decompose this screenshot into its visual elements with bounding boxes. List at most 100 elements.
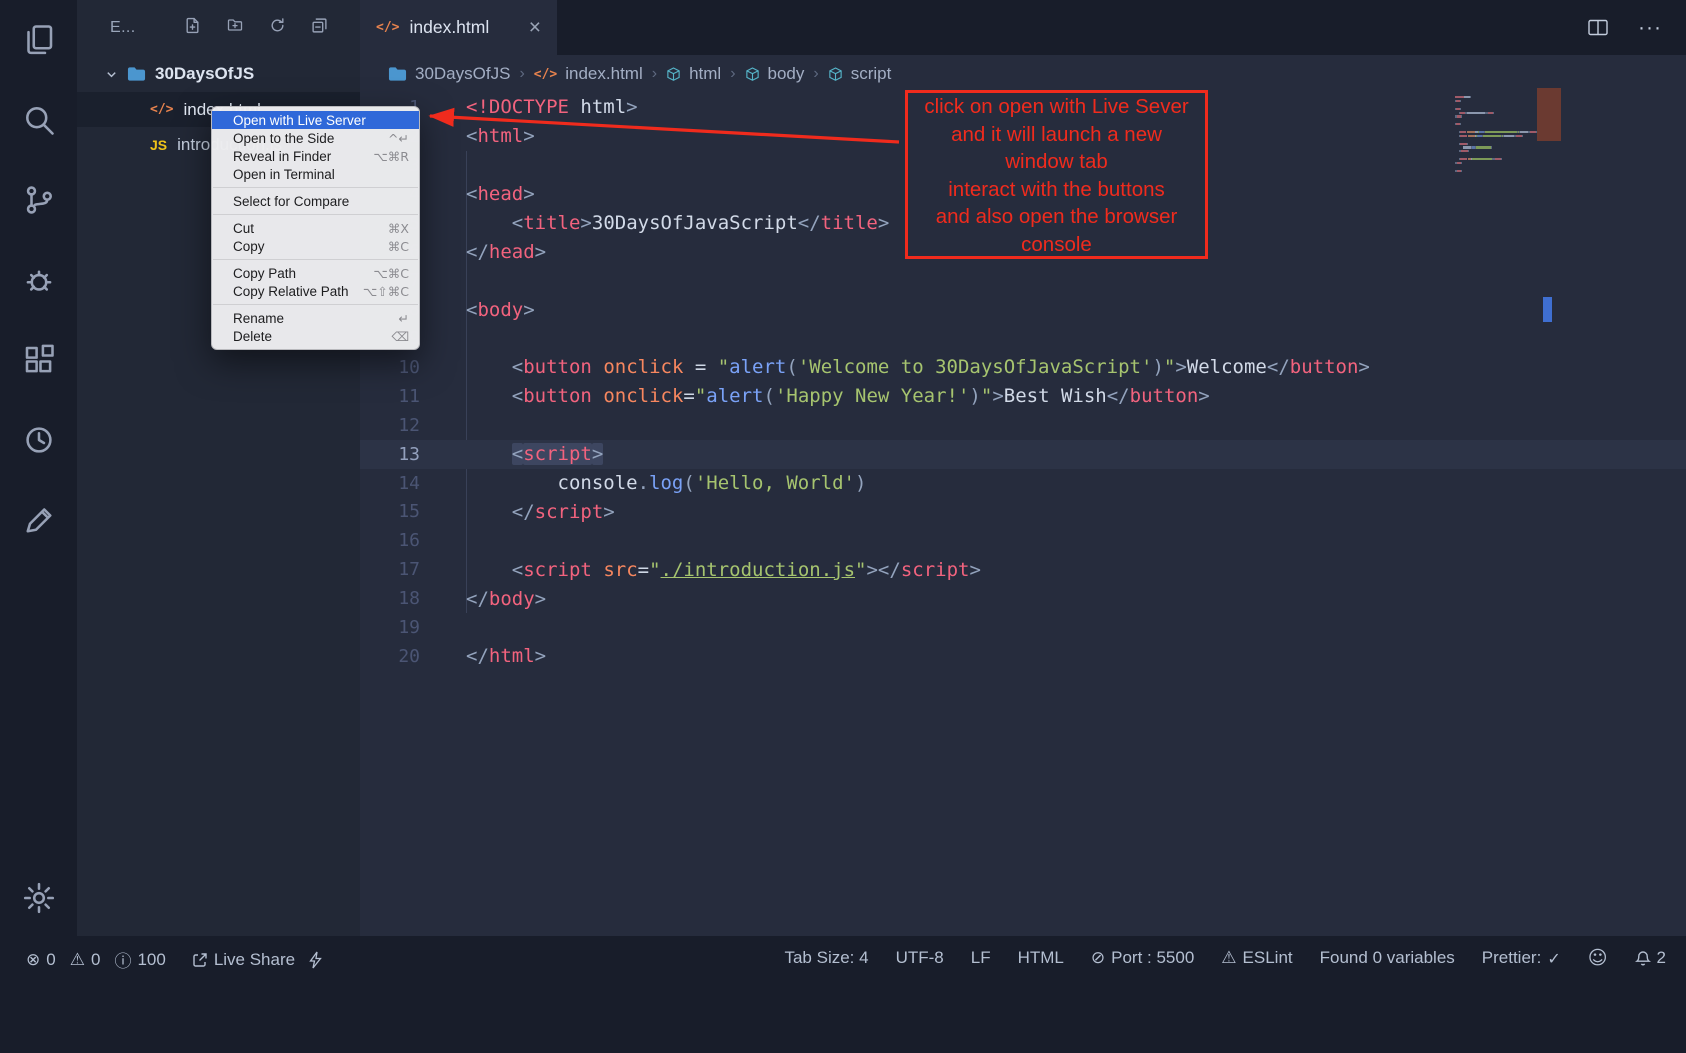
settings-icon[interactable] [16, 874, 62, 922]
line-number[interactable]: 18 [360, 588, 420, 609]
status-item-2[interactable]: 2 [1635, 948, 1666, 968]
menu-item-reveal-in-finder[interactable]: Reveal in Finder⌥⌘R [212, 147, 419, 165]
code-line-19[interactable]: 19 [360, 613, 1686, 642]
breadcrumb-item-html[interactable]: html [666, 64, 721, 84]
line-number[interactable]: 14 [360, 473, 420, 494]
code-line-17[interactable]: 17 <script src="./introduction.js"></scr… [360, 555, 1686, 584]
new-file-icon[interactable] [184, 17, 201, 39]
menu-item-copy-path[interactable]: Copy Path⌥⌘C [212, 264, 419, 282]
menu-item-copy[interactable]: Copy⌘C [212, 237, 419, 255]
status-label: LF [971, 948, 991, 968]
menu-separator [213, 187, 418, 188]
status-item-100[interactable]: ⓘ100 [114, 947, 165, 972]
line-content: </head> [420, 241, 546, 263]
status-item-lf[interactable]: LF [971, 948, 991, 968]
code-line-10[interactable]: 10 <button onclick = "alert('Welcome to … [360, 353, 1686, 382]
minimap-line [1455, 115, 1537, 117]
menu-item-cut[interactable]: Cut⌘X [212, 219, 419, 237]
menu-item-label: Copy Path [233, 266, 296, 281]
status-label: HTML [1018, 948, 1064, 968]
status-item-live-share[interactable]: Live Share [192, 950, 295, 970]
new-folder-icon[interactable] [226, 17, 244, 39]
line-content: <head> [420, 183, 535, 205]
line-content: <script src="./introduction.js"></script… [420, 559, 981, 581]
line-content: <title>30DaysOfJavaScript</title> [420, 212, 889, 234]
line-number[interactable]: 13 [360, 444, 420, 465]
feedback-icon[interactable] [16, 496, 62, 544]
status-item-0[interactable]: ⊗0 [26, 950, 56, 970]
code-line-12[interactable]: 12 [360, 411, 1686, 440]
breadcrumb-label: body [768, 64, 805, 84]
code-line-11[interactable]: 11 <button onclick="alert('Happy New Yea… [360, 382, 1686, 411]
minimap-line [1455, 150, 1537, 152]
refresh-icon[interactable] [269, 17, 286, 39]
status-label: 0 [46, 950, 55, 970]
line-number[interactable]: 16 [360, 530, 420, 551]
code-line-13[interactable]: 13 <script> [360, 440, 1686, 469]
code-line-16[interactable]: 16 [360, 526, 1686, 555]
code-line-8[interactable]: 8<body> [360, 295, 1686, 324]
minimap-line [1455, 123, 1537, 125]
symbol-icon [745, 66, 760, 83]
line-number[interactable]: 10 [360, 357, 420, 378]
root-folder-label: 30DaysOfJS [155, 64, 254, 84]
split-editor-icon[interactable] [1588, 19, 1608, 36]
menu-item-select-for-compare[interactable]: Select for Compare [212, 192, 419, 210]
status-item-smiley[interactable]: ☺ [1588, 947, 1608, 969]
minimap-line [1455, 146, 1537, 148]
menu-item-open-in-terminal[interactable]: Open in Terminal [212, 165, 419, 183]
status-item-prettier[interactable]: Prettier:✓ [1482, 948, 1561, 968]
explorer-header: E... [77, 0, 360, 56]
line-number[interactable]: 11 [360, 386, 420, 407]
breadcrumb-item-script[interactable]: script [828, 64, 892, 84]
line-number[interactable]: 17 [360, 559, 420, 580]
close-tab-icon[interactable]: × [529, 16, 541, 40]
bell-icon [1635, 950, 1651, 967]
breadcrumb-item-30daysofjs[interactable]: 30DaysOfJS [388, 64, 510, 84]
breadcrumb-item-index-html[interactable]: </>index.html [534, 64, 643, 84]
html-file-icon: </> [150, 102, 173, 117]
menu-item-copy-relative-path[interactable]: Copy Relative Path⌥⇧⌘C [212, 282, 419, 300]
tab-index-html[interactable]: </> index.html × [360, 0, 557, 55]
breadcrumb-separator: › [813, 65, 818, 83]
source-control-icon[interactable] [16, 176, 62, 224]
status-item-found-0-variables[interactable]: Found 0 variables [1320, 948, 1455, 968]
history-icon[interactable] [16, 416, 62, 464]
collapse-all-icon[interactable] [311, 17, 328, 39]
status-item-0[interactable]: ⚠0 [70, 950, 101, 970]
more-actions-icon[interactable]: ··· [1638, 16, 1662, 40]
run-debug-icon[interactable] [16, 256, 62, 304]
line-number[interactable]: 12 [360, 415, 420, 436]
root-folder-row[interactable]: 30DaysOfJS [77, 56, 360, 92]
code-line-9[interactable]: 9 [360, 324, 1686, 353]
menu-item-open-to-the-side[interactable]: Open to the Side^↵ [212, 129, 419, 147]
code-line-20[interactable]: 20</html> [360, 642, 1686, 671]
extensions-icon[interactable] [16, 336, 62, 384]
status-right: Tab Size: 4 UTF-8 LF HTML ⊘Port : 5500 ⚠ESLin… [757, 947, 1666, 969]
lightning-icon [309, 951, 322, 969]
menu-item-shortcut: ^↵ [388, 131, 409, 146]
status-item-tab-size-4[interactable]: Tab Size: 4 [784, 948, 868, 968]
status-item-html[interactable]: HTML [1018, 948, 1064, 968]
code-line-14[interactable]: 14 console.log('Hello, World') [360, 469, 1686, 498]
code-line-15[interactable]: 15 </script> [360, 497, 1686, 526]
status-label: ESLint [1243, 948, 1293, 968]
status-item-lightning[interactable] [309, 951, 322, 969]
status-item-eslint[interactable]: ⚠ESLint [1221, 948, 1292, 968]
menu-item-rename[interactable]: Rename↵ [212, 309, 419, 327]
minimap[interactable] [1455, 96, 1537, 174]
line-number[interactable]: 19 [360, 617, 420, 638]
live-share-icon [192, 952, 208, 968]
menu-item-delete[interactable]: Delete⌫ [212, 327, 419, 345]
status-item-utf-8[interactable]: UTF-8 [896, 948, 944, 968]
explorer-icon[interactable] [16, 16, 62, 64]
menu-item-open-with-live-server[interactable]: Open with Live Server [212, 111, 419, 129]
line-number[interactable]: 15 [360, 501, 420, 522]
status-item-port-5500[interactable]: ⊘Port : 5500 [1091, 948, 1194, 968]
line-number[interactable]: 20 [360, 646, 420, 667]
search-icon[interactable] [16, 96, 62, 144]
code-line-7[interactable]: 7 [360, 266, 1686, 295]
annotation-box: click on open with Live Sever and it wil… [905, 90, 1208, 259]
breadcrumb-item-body[interactable]: body [745, 64, 805, 84]
code-line-18[interactable]: 18</body> [360, 584, 1686, 613]
